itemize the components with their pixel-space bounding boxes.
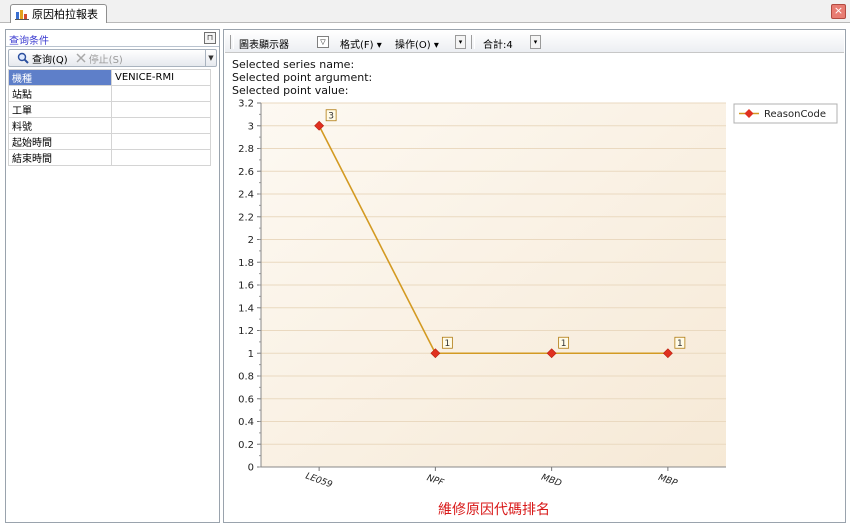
field-label: 工單 [8, 101, 112, 118]
y-tick-label: 3 [248, 121, 254, 132]
query-panel-title: 查询条件 [9, 36, 49, 47]
data-label: 1 [445, 339, 451, 349]
field-row-work-order[interactable]: 工單 [8, 101, 211, 118]
data-label: 1 [561, 339, 567, 349]
chart-panel: 圖表顯示器 ▽ 格式(F) ▾ 操作(O) ▾ ▾ 合計:4 ▾ Selecte… [223, 29, 846, 523]
y-tick-label: 2.2 [238, 212, 254, 223]
field-value[interactable] [111, 101, 211, 118]
data-label: 3 [328, 111, 334, 121]
document-tab[interactable]: 原因柏拉報表 [10, 4, 107, 23]
y-tick-label: 2.6 [238, 167, 254, 178]
field-label: 機種 [8, 69, 112, 86]
y-tick-label: 0.2 [238, 440, 254, 451]
query-panel: 查询条件 ⊓ 查询(Q) 停止(S) ▼ 機種 VENICE-RMI 站點 工單… [5, 29, 220, 523]
query-button[interactable]: 查询(Q) [9, 51, 68, 66]
x-tick-label: MBP [657, 473, 679, 489]
field-row-end-time[interactable]: 結束時間 [8, 149, 211, 166]
stop-button[interactable]: 停止(S) [76, 51, 123, 66]
x-tick-label: MBD [540, 473, 563, 490]
stop-button-label: 停止(S) [88, 54, 123, 66]
query-button-label: 查询(Q) [32, 54, 68, 66]
y-tick-label: 1.2 [238, 326, 254, 337]
close-icon[interactable]: × [831, 4, 846, 19]
field-row-start-time[interactable]: 起始時間 [8, 133, 211, 150]
chart-title: 維修原因代碼排名 [438, 502, 550, 518]
field-label: 料號 [8, 117, 112, 134]
y-tick-label: 2.4 [238, 190, 254, 201]
query-panel-header: 查询条件 ⊓ [6, 30, 219, 47]
y-tick-label: 1.4 [238, 303, 254, 314]
field-label: 結束時間 [8, 149, 112, 166]
x-tick-label: NPF [425, 473, 445, 489]
stop-x-icon [76, 53, 86, 63]
y-tick-label: 2 [248, 235, 254, 246]
x-tick-label: LE059 [304, 471, 334, 490]
y-tick-label: 2.8 [238, 144, 254, 155]
data-label: 1 [677, 339, 683, 349]
field-value[interactable] [111, 149, 211, 166]
chevron-down-icon[interactable]: ▼ [205, 50, 216, 66]
field-value[interactable] [111, 117, 211, 134]
y-tick-label: 1.8 [238, 258, 254, 269]
document-tab-bar: 原因柏拉報表 × [0, 0, 850, 23]
legend-label: ReasonCode [764, 109, 826, 120]
y-tick-label: 1.6 [238, 281, 254, 292]
field-label: 起始時間 [8, 133, 112, 150]
pin-icon[interactable]: ⊓ [204, 32, 216, 44]
y-tick-label: 0.4 [238, 417, 254, 428]
field-row-station[interactable]: 站點 [8, 85, 211, 102]
y-tick-label: 0 [248, 463, 254, 474]
line-chart[interactable]: 0 0.2 0.4 0.6 0.8 1 1.2 1.4 1.6 1.8 2 2.2 2.4 2.6 2.8 3… [224, 30, 845, 522]
bar-chart-icon [15, 9, 29, 20]
y-tick-label: 0.6 [238, 394, 254, 405]
field-label: 站點 [8, 85, 112, 102]
query-fields-grid: 機種 VENICE-RMI 站點 工單 料號 起始時間 結束時間 [8, 69, 211, 166]
field-value[interactable] [111, 133, 211, 150]
document-tab-title: 原因柏拉報表 [32, 8, 98, 21]
y-tick-label: 3.2 [238, 99, 254, 110]
field-row-part-number[interactable]: 料號 [8, 117, 211, 134]
field-value[interactable]: VENICE-RMI [111, 69, 211, 86]
field-value[interactable] [111, 85, 211, 102]
query-toolbar: 查询(Q) 停止(S) ▼ [8, 49, 217, 67]
y-tick-label: 1 [248, 349, 254, 360]
y-tick-label: 0.8 [238, 372, 254, 383]
field-row-model[interactable]: 機種 VENICE-RMI [8, 69, 211, 86]
search-icon [17, 52, 29, 64]
